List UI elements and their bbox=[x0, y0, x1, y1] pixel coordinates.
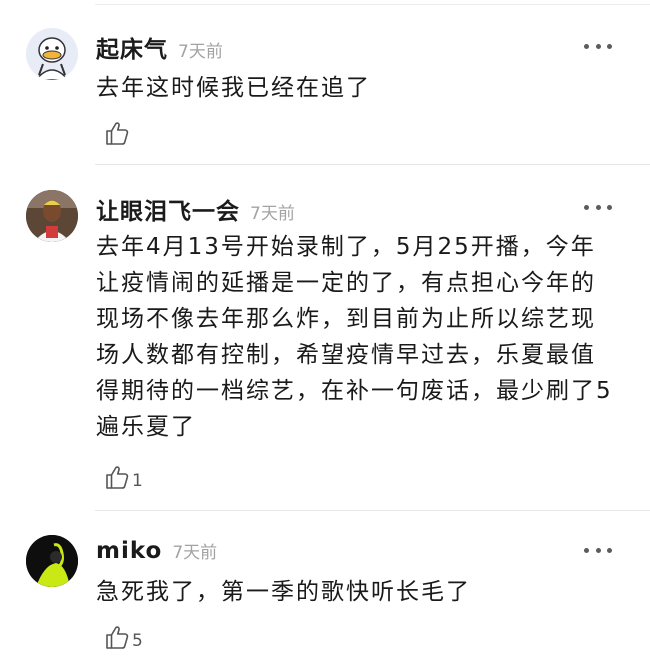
comment-text: 急死我了，第一季的歌快听长毛了 bbox=[96, 579, 471, 605]
like-button[interactable] bbox=[104, 118, 132, 146]
more-dots-icon[interactable] bbox=[584, 545, 612, 555]
username[interactable]: 起床气 7天前 bbox=[96, 30, 223, 64]
avatar[interactable] bbox=[26, 535, 78, 587]
top-divider bbox=[95, 4, 650, 5]
timestamp: 7天前 bbox=[178, 42, 223, 62]
username-text[interactable]: 起床气 bbox=[96, 37, 168, 63]
thumbs-up-icon bbox=[106, 626, 129, 649]
thumbs-up-icon bbox=[106, 466, 129, 489]
comment-divider bbox=[95, 164, 650, 165]
comment-text: 去年这时候我已经在追了 bbox=[96, 75, 371, 101]
username[interactable]: 让眼泪飞一会 7天前 bbox=[96, 192, 295, 226]
avatar-character-image bbox=[26, 535, 78, 587]
username-text[interactable]: miko bbox=[96, 538, 162, 564]
avatar-duck-image bbox=[26, 28, 78, 80]
like-count: 5 bbox=[132, 631, 143, 651]
like-count: 1 bbox=[132, 471, 143, 491]
more-dots-icon[interactable] bbox=[584, 202, 612, 212]
timestamp: 7天前 bbox=[172, 543, 218, 563]
avatar-player-image bbox=[26, 190, 78, 242]
username-text[interactable]: 让眼泪飞一会 bbox=[96, 199, 240, 225]
thumbs-up-icon bbox=[106, 122, 129, 145]
timestamp: 7天前 bbox=[250, 204, 295, 224]
comment-divider bbox=[95, 510, 650, 511]
more-dots-icon[interactable] bbox=[584, 41, 612, 51]
like-button[interactable]: 1 bbox=[104, 462, 143, 490]
avatar[interactable] bbox=[26, 28, 78, 80]
like-button[interactable]: 5 bbox=[104, 622, 143, 650]
avatar[interactable] bbox=[26, 190, 78, 242]
username[interactable]: miko 7天前 bbox=[96, 538, 217, 564]
comment-text: 去年4月13号开始录制了，5月25开播，今年让疫情闹的延播是一定的了，有点担心今… bbox=[96, 234, 613, 440]
